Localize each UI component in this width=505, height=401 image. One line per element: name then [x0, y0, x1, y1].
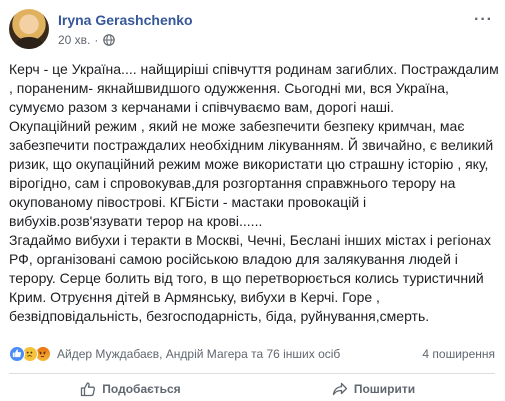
share-button[interactable]: Поширити [252, 378, 495, 400]
post-actions: Подобається Поширити [9, 378, 495, 400]
author-name[interactable]: Iryna Gerashchenko [58, 12, 193, 28]
like-button[interactable]: Подобається [9, 378, 252, 400]
post-header: Iryna Gerashchenko 20 хв. · ··· [9, 9, 495, 57]
share-arrow-icon [332, 382, 347, 396]
thumbs-up-icon [81, 382, 96, 397]
post-text-line: Окупаційний режим , який не може забезпе… [9, 118, 465, 134]
post-text-line: Керч - це Україна.... найщиріші співчутт… [9, 61, 499, 77]
shares-count[interactable]: 4 поширення [422, 347, 495, 361]
post-meta: 20 хв. · [58, 33, 116, 47]
author-avatar[interactable] [9, 9, 49, 49]
post-text-line: вірогідно, сам і спровокував,для розгорт… [9, 175, 456, 191]
post-text-line: Крим. Отруєння дітей в Армянську, вибухи… [9, 289, 380, 305]
divider [9, 373, 495, 374]
post-text-line: , пораненим- якнайшвидшого одужження. Сь… [9, 80, 449, 96]
post-text-line: терору. Серце болить від того, в що пере… [9, 270, 484, 286]
post-text-line: Згадаймо вибухи і теракти в Москві, Чечн… [9, 232, 491, 248]
reactions-bar: Айдер Муждабаєв, Андрій Магера та 76 інш… [9, 344, 495, 364]
share-button-label: Поширити [353, 382, 416, 396]
meta-separator: · [94, 33, 99, 47]
post-text-line: вибухів.розв'язувати терор на крові.....… [9, 213, 263, 229]
more-options-icon[interactable]: ··· [474, 11, 493, 29]
post-text-line: безвідповідальність, безгосподарність, б… [9, 308, 430, 324]
globe-icon[interactable] [103, 34, 116, 46]
post-text-line: РФ, організовані самою російською владою… [9, 251, 458, 267]
post-text: Керч - це Україна.... найщиріші співчутт… [9, 60, 499, 326]
post-text-line: забезпечити постраждалих необхідним ліку… [9, 137, 494, 153]
post-text-line: ризик, що окупаційний режим може викорис… [9, 156, 489, 172]
post-timestamp[interactable]: 20 хв. [58, 33, 90, 47]
post-text-line: сумуємо разом з керчанами і співчуваємо … [9, 99, 394, 115]
like-button-label: Подобається [102, 382, 181, 396]
post-text-line: окупованому півострові. КГБісти - мастак… [9, 194, 367, 210]
reactors-text[interactable]: Айдер Муждабаєв, Андрій Магера та 76 інш… [57, 347, 340, 361]
facebook-post: Iryna Gerashchenko 20 хв. · ··· Керч - ц… [0, 0, 505, 401]
like-reaction-icon[interactable] [9, 346, 25, 362]
